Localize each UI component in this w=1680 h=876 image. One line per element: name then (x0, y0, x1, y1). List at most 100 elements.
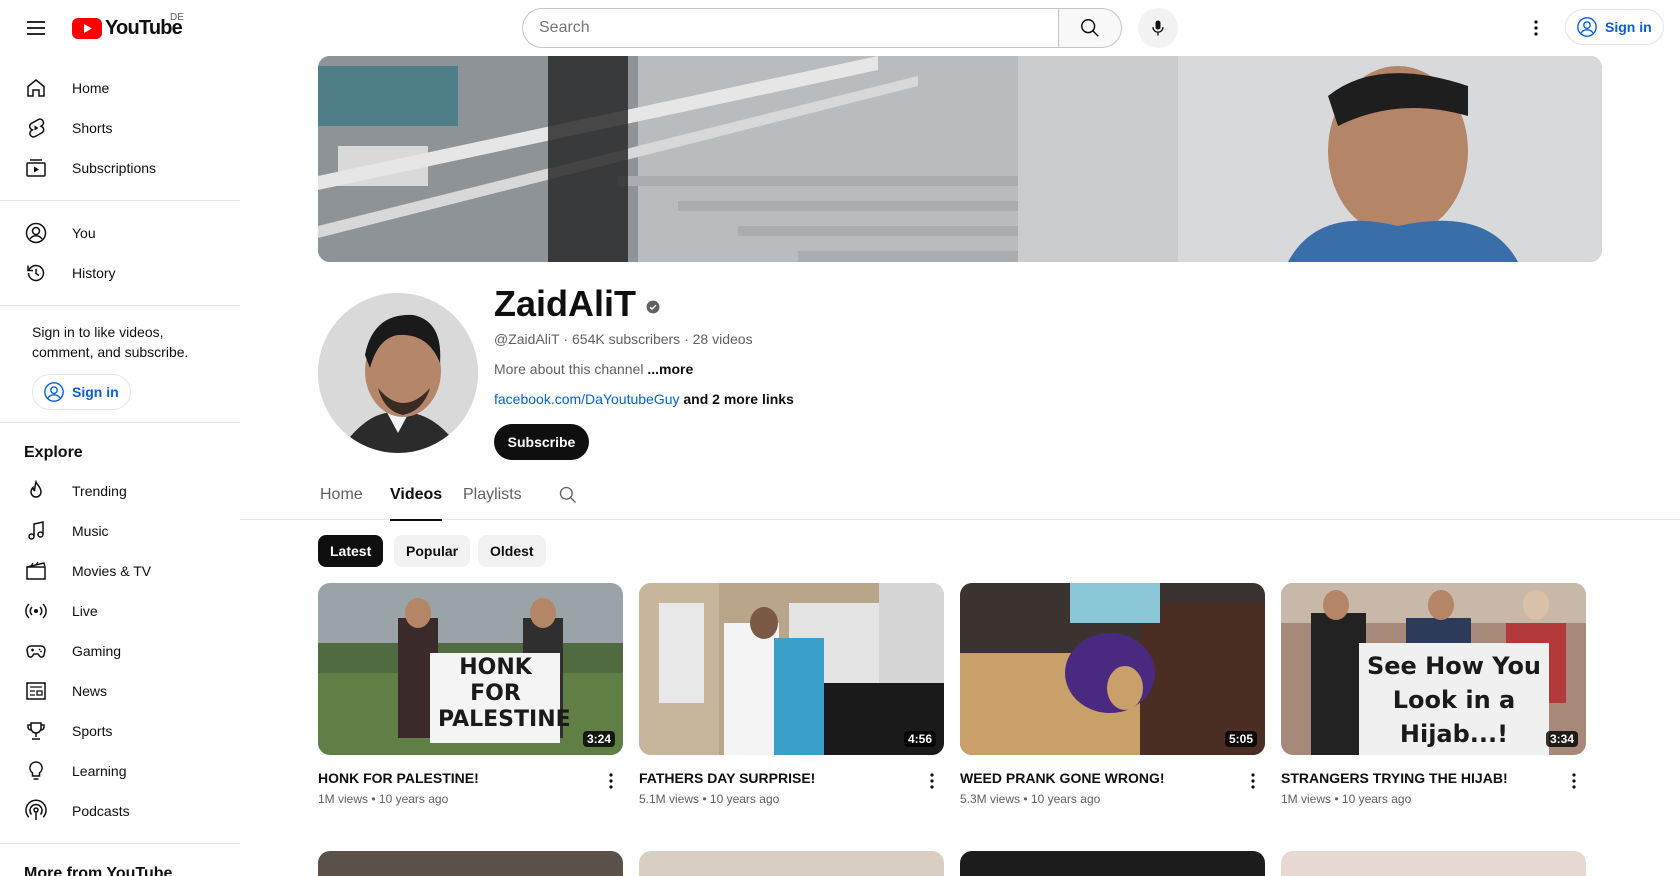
sidebar-item-shorts[interactable]: Shorts (0, 108, 240, 148)
divider (0, 200, 240, 201)
about-more-link[interactable]: ...more (647, 361, 693, 377)
tab-videos[interactable]: Videos (390, 470, 443, 521)
video-thumbnail[interactable] (1281, 851, 1586, 876)
trending-icon (24, 479, 48, 503)
sidebar-item-label: News (72, 683, 108, 699)
shorts-icon (24, 116, 48, 140)
more-from-youtube-heading: More from YouTube (24, 865, 173, 876)
sidebar-item-history[interactable]: History (0, 253, 240, 293)
video-meta: 1M views • 10 years ago (1281, 792, 1586, 806)
thumbnail-sign-text: See How You Look in a Hijab...! (1366, 652, 1542, 748)
video-menu-icon[interactable] (1562, 769, 1586, 793)
sidebar-item-you[interactable]: You (0, 213, 240, 253)
sidebar-item-label: Learning (72, 763, 127, 779)
channel-handle: @ZaidAliT (494, 331, 560, 347)
sidebar-item-news[interactable]: News (0, 671, 240, 711)
sidebar-sign-in-button[interactable]: Sign in (32, 374, 131, 410)
subscribe-button[interactable]: Subscribe (494, 424, 589, 460)
sidebar-item-podcasts[interactable]: Podcasts (0, 791, 240, 831)
sidebar-item-movies[interactable]: Movies & TV (0, 551, 240, 591)
sidebar-item-label: Live (72, 603, 98, 619)
country-code: DE (170, 12, 184, 23)
video-title[interactable]: HONK FOR PALESTINE! (318, 768, 588, 788)
video-title[interactable]: STRANGERS TRYING THE HIJAB! (1281, 768, 1551, 788)
video-thumbnail[interactable]: 5:05 (960, 583, 1265, 755)
avatar-image (318, 293, 478, 453)
facebook-link[interactable]: facebook.com/DaYoutubeGuy (494, 391, 680, 407)
settings-kebab-icon[interactable] (1520, 14, 1552, 42)
tab-home[interactable]: Home (320, 470, 363, 520)
video-thumbnail[interactable] (639, 851, 944, 876)
sidebar-item-label: Shorts (72, 120, 113, 136)
video-thumbnail[interactable]: HONK FOR PALESTINE 3:24 (318, 583, 623, 755)
filter-popular[interactable]: Popular (394, 535, 471, 567)
thumbnail-image (960, 583, 1265, 755)
video-views: 1M views (1281, 792, 1332, 806)
channel-links: facebook.com/DaYoutubeGuy and 2 more lin… (494, 391, 794, 407)
video-count: 28 videos (692, 331, 753, 347)
video-title[interactable]: WEED PRANK GONE WRONG! (960, 768, 1230, 788)
youtube-logo[interactable]: YouTube (72, 15, 183, 41)
sidebar-item-label: Music (72, 523, 109, 539)
account-icon (44, 382, 64, 402)
sidebar: Home Shorts Subscriptions You History Si… (0, 56, 240, 876)
sidebar-item-label: You (72, 225, 96, 241)
sidebar-item-trending[interactable]: Trending (0, 471, 240, 511)
video-menu-icon[interactable] (920, 769, 944, 793)
sidebar-item-gaming[interactable]: Gaming (0, 631, 240, 671)
channel-search-icon[interactable] (556, 483, 580, 507)
channel-name-text: ZaidAliT (494, 283, 636, 324)
video-thumbnail[interactable]: 4:56 (639, 583, 944, 755)
channel-avatar[interactable] (318, 293, 478, 453)
video-menu-icon[interactable] (1241, 769, 1265, 793)
signin-prompt: Sign in to like videos, comment, and sub… (32, 324, 189, 360)
channel-name: ZaidAliT (494, 282, 660, 326)
sidebar-item-home[interactable]: Home (0, 68, 240, 108)
sign-in-label: Sign in (72, 384, 119, 400)
sidebar-item-subscriptions[interactable]: Subscriptions (0, 148, 240, 188)
sidebar-item-music[interactable]: Music (0, 511, 240, 551)
explore-heading: Explore (24, 444, 83, 461)
search-button[interactable] (1058, 8, 1122, 48)
video-views: 5.3M views (960, 792, 1021, 806)
account-icon (1577, 17, 1597, 37)
video-duration: 3:24 (582, 731, 615, 747)
video-views: 5.1M views (639, 792, 700, 806)
sidebar-item-live[interactable]: Live (0, 591, 240, 631)
search-bar (522, 8, 1122, 48)
video-menu-icon[interactable] (599, 769, 623, 793)
search-input[interactable] (522, 8, 1058, 48)
menu-icon[interactable] (20, 16, 52, 40)
sign-in-button[interactable]: Sign in (1565, 9, 1664, 45)
meta-separator: · (680, 331, 693, 347)
sidebar-item-label: Movies & TV (72, 563, 152, 579)
meta-dot: • (1020, 792, 1031, 806)
video-thumbnail[interactable] (960, 851, 1265, 876)
more-links[interactable]: and 2 more links (683, 391, 793, 407)
learning-icon (24, 759, 48, 783)
channel-description[interactable]: More about this channel ...more (494, 361, 693, 377)
video-title[interactable]: FATHERS DAY SURPRISE! (639, 768, 909, 788)
video-thumbnail[interactable]: See How You Look in a Hijab...! 3:34 (1281, 583, 1586, 755)
video-thumbnail[interactable] (318, 851, 623, 876)
tab-playlists[interactable]: Playlists (463, 470, 522, 520)
subscriptions-icon (24, 156, 48, 180)
channel-banner (318, 56, 1602, 262)
sports-icon (24, 719, 48, 743)
video-card[interactable]: See How You Look in a Hijab...! 3:34 STR… (1281, 583, 1586, 806)
video-card[interactable]: 4:56 FATHERS DAY SURPRISE! 5.1M views • … (639, 583, 944, 806)
video-card[interactable]: HONK FOR PALESTINE 3:24 HONK FOR PALESTI… (318, 583, 623, 806)
sidebar-item-learning[interactable]: Learning (0, 751, 240, 791)
meta-separator: · (559, 331, 573, 347)
search-icon (1081, 19, 1099, 37)
gaming-icon (24, 639, 48, 663)
filter-oldest[interactable]: Oldest (478, 535, 546, 567)
video-card[interactable]: 5:05 WEED PRANK GONE WRONG! 5.3M views •… (960, 583, 1265, 806)
video-duration: 5:05 (1224, 731, 1257, 747)
filter-latest[interactable]: Latest (318, 535, 384, 567)
sidebar-item-sports[interactable]: Sports (0, 711, 240, 751)
voice-search-button[interactable] (1138, 8, 1178, 48)
video-age: 10 years ago (1341, 792, 1412, 806)
music-icon (24, 519, 48, 543)
channel-meta: @ZaidAliT · 654K subscribers · 28 videos (494, 331, 753, 347)
